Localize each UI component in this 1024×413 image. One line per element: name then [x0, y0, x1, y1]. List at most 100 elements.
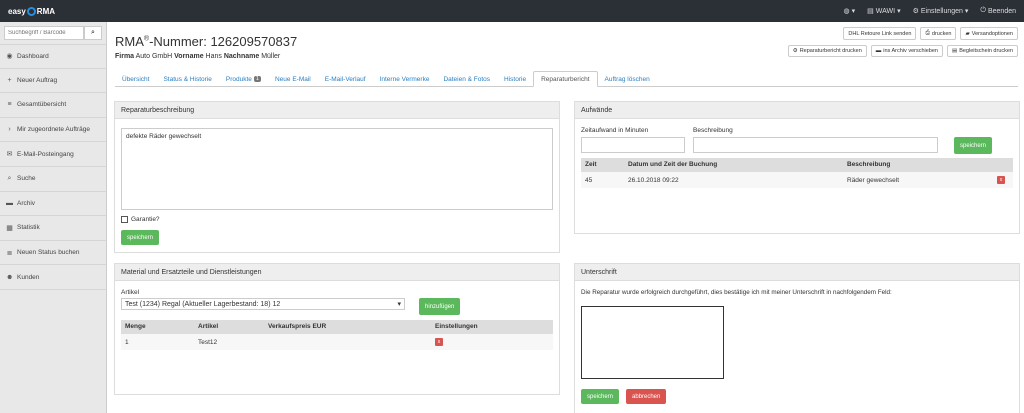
garantie-checkbox[interactable]: [121, 216, 128, 223]
sidebar-search: ⌕: [4, 26, 102, 40]
repair-save-button[interactable]: speichern: [121, 230, 160, 245]
sidebar-item-neuen-status-buchen[interactable]: ≣ Neuen Status buchen: [0, 241, 106, 266]
app-logo[interactable]: easy RMA: [8, 6, 56, 16]
tab-bar: Übersicht Status & Historie Produkte 1 Neue …: [115, 71, 1018, 87]
tab-interne-vermerke[interactable]: Interne Vermerke: [373, 71, 437, 87]
topnav-wawi[interactable]: ▤ WAWI ▾: [867, 7, 900, 16]
search-icon: ⌕: [7, 174, 12, 182]
tab-status-historie[interactable]: Status & Historie: [156, 71, 218, 87]
button-icon: ▰: [965, 30, 970, 37]
search-button[interactable]: ⌕: [84, 26, 102, 40]
repair-textarea[interactable]: defekte Räder gewechselt: [121, 128, 553, 210]
top-navbar: easy RMA ◍ ▾ ▤ WAWI ▾ ⚙ Einstellungen ▾ ⏻ Been…: [0, 0, 1024, 22]
article-label: Artikel: [121, 289, 140, 296]
tab-dateien-fotos[interactable]: Dateien & Fotos: [436, 71, 497, 87]
chart-icon: ▦: [6, 224, 13, 232]
sidebar-item-label: Dashboard: [17, 52, 49, 60]
dhl-retoure-link-senden-button[interactable]: DHL Retoure Link senden: [843, 27, 917, 40]
button-icon: ▬: [875, 48, 882, 54]
customer-info: Firma Auto GmbH Vorname Hans Nachname Mü…: [115, 53, 281, 60]
sidebar: ⌕ ◉ Dashboard + Neuer Auftrag ≡ Gesamtübersic…: [0, 22, 107, 413]
table-row: 45 26.10.2018 09:22 Räder gewechselt x: [581, 171, 1013, 188]
tab-produkte[interactable]: Produkte 1: [219, 71, 268, 87]
delete-article-button[interactable]: x: [435, 338, 443, 346]
delete-effort-button[interactable]: x: [997, 176, 1005, 184]
effort-heading: Aufwände: [575, 102, 1019, 119]
sidebar-item-neuer-auftrag[interactable]: + Neuer Auftrag: [0, 69, 106, 94]
tab-neue-e-mail[interactable]: Neue E-Mail: [268, 71, 318, 87]
effort-panel: Aufwände Zeitaufwand in Minuten Beschrei…: [574, 101, 1020, 234]
sidebar-item-gesamtübersicht[interactable]: ≡ Gesamtübersicht: [0, 93, 106, 118]
sidebar-item-statistik[interactable]: ▦ Statistik: [0, 216, 106, 241]
plus-icon: +: [7, 76, 12, 84]
search-input[interactable]: [4, 26, 84, 40]
chevron-down-icon: ▾: [397, 301, 401, 308]
add-article-button[interactable]: hinzufügen: [419, 298, 461, 315]
drucken-button[interactable]: ⎙ drucken: [920, 27, 957, 40]
header-actions-row2: ⚙ Reparaturbericht drucken ▬ ins Archiv ver…: [787, 45, 1018, 57]
sidebar-item-label: Archiv: [17, 199, 36, 207]
sidebar-item-label: Gesamtübersicht: [17, 101, 67, 109]
repair-panel: Reparaturbeschreibung defekte Räder gewe…: [114, 101, 560, 253]
globe-icon: ◍: [843, 8, 850, 15]
material-table-header: Menge Artikel Verkaufspreis EUR Einstell…: [121, 320, 553, 334]
desc-label: Beschreibung: [693, 127, 733, 134]
page-title: RMA®-Nummer: 126209570837: [115, 34, 298, 49]
tab-auftrag-löschen[interactable]: Auftrag löschen: [598, 71, 657, 87]
chevron-right-icon: ›: [8, 126, 11, 134]
power-icon: ⏻: [980, 7, 986, 14]
sidebar-item-label: Statistik: [17, 224, 40, 232]
sidebar-item-label: Kunden: [17, 273, 40, 281]
sidebar-item-dashboard[interactable]: ◉ Dashboard: [0, 44, 106, 69]
material-heading: Material und Ersatzteile und Dienstleist…: [115, 264, 559, 281]
desc-input[interactable]: [693, 137, 938, 153]
sidebar-item-e-mail-posteingang[interactable]: ✉ E-Mail-Posteingang: [0, 142, 106, 167]
ins-archiv-verschieben-button[interactable]: ▬ ins Archiv verschieben: [870, 45, 943, 57]
button-icon: ▤: [951, 48, 958, 54]
sidebar-item-archiv[interactable]: ▬ Archiv: [0, 192, 106, 217]
tab-reparaturbericht[interactable]: Reparaturbericht: [533, 71, 598, 87]
sidebar-item-label: Mir zugeordnete Aufträge: [17, 126, 90, 134]
topnav-settings[interactable]: ⚙ Einstellungen ▾: [912, 7, 969, 16]
topnav-globe[interactable]: ◍ ▾: [844, 7, 856, 15]
tab-e-mail-verlauf[interactable]: E-Mail-Verlauf: [318, 71, 373, 87]
sidebar-nav: ◉ Dashboard + Neuer Auftrag ≡ Gesamtübersicht…: [0, 44, 106, 290]
reparaturbericht-drucken-button[interactable]: ⚙ Reparaturbericht drucken: [787, 45, 867, 57]
versandoptionen-button[interactable]: ▰ Versandoptionen: [960, 27, 1018, 40]
time-input[interactable]: [581, 137, 685, 153]
material-table: Menge Artikel Verkaufspreis EUR Einstell…: [121, 320, 553, 350]
signature-panel: Unterschrift Die Reparatur wurde erfolgr…: [574, 263, 1020, 413]
sidebar-item-kunden[interactable]: ☻ Kunden: [0, 265, 106, 290]
tab-historie[interactable]: Historie: [497, 71, 533, 87]
gear-icon: ⚙: [912, 8, 919, 15]
button-icon: ⎙: [925, 30, 930, 36]
effort-table-header: Zeit Datum und Zeit der Buchung Beschrei…: [581, 158, 1013, 172]
begleitschein-drucken-button[interactable]: ▤ Begleitschein drucken: [946, 45, 1018, 57]
main-content: RMA®-Nummer: 126209570837 Firma Auto Gmb…: [107, 22, 1024, 413]
header-actions-row1: DHL Retoure Link senden ⎙ drucken ▰ Versando…: [843, 27, 1018, 40]
repair-heading: Reparaturbeschreibung: [115, 102, 559, 119]
garantie-label: Garantie?: [131, 216, 160, 223]
sidebar-item-mir-zugeordnete-aufträge[interactable]: › Mir zugeordnete Aufträge: [0, 118, 106, 143]
tab-übersicht[interactable]: Übersicht: [115, 71, 156, 87]
signature-save-button[interactable]: speichern: [581, 389, 620, 404]
time-label: Zeitaufwand in Minuten: [581, 127, 649, 134]
archive-icon: ▬: [6, 199, 13, 207]
signature-canvas[interactable]: [581, 306, 724, 379]
button-icon: ⚙: [792, 48, 798, 54]
logo-text-rma: RMA: [36, 6, 56, 16]
effort-table: Zeit Datum und Zeit der Buchung Beschrei…: [581, 158, 1013, 188]
logo-text: easy: [8, 6, 26, 16]
topnav-logout[interactable]: ⏻ Beenden: [980, 7, 1016, 15]
dashboard-icon: ◉: [6, 53, 13, 61]
wawi-icon: ▤: [867, 8, 874, 15]
table-row: 1 Test12 x: [121, 333, 553, 350]
sidebar-item-suche[interactable]: ⌕ Suche: [0, 167, 106, 192]
effort-save-button[interactable]: speichern: [954, 137, 993, 154]
material-panel: Material und Ersatzteile und Dienstleist…: [114, 263, 560, 395]
garantie-row: Garantie?: [121, 216, 160, 223]
signature-heading: Unterschrift: [575, 264, 1019, 281]
signature-cancel-button[interactable]: abbrechen: [626, 389, 667, 404]
article-select[interactable]: Test (1234) Regal (Aktueller Lagerbestan…: [121, 298, 405, 310]
list-icon: ≣: [6, 249, 13, 257]
